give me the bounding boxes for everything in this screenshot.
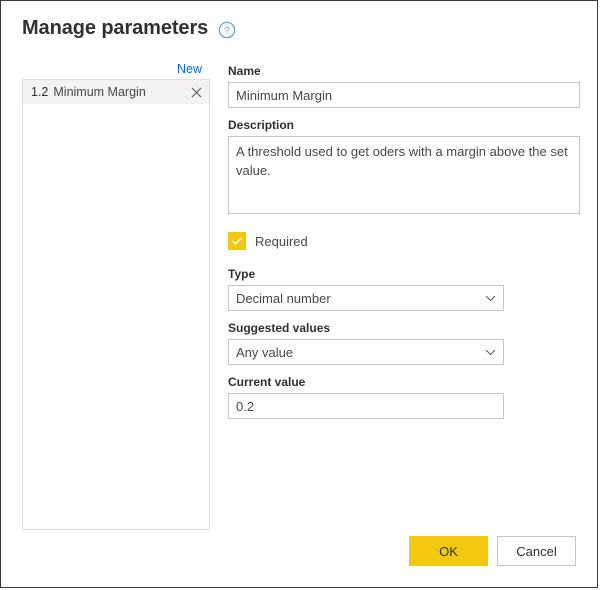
suggested-values-dropdown-value: Any value (236, 344, 294, 360)
ok-button[interactable]: OK (409, 536, 488, 566)
description-textarea[interactable]: A threshold used to get oders with a mar… (228, 136, 580, 214)
type-field-group: Type Decimal number (228, 266, 580, 311)
required-label: Required (255, 233, 308, 249)
page-title: Manage parameters (22, 17, 209, 39)
parameters-list-box[interactable]: 1.2 Minimum Margin (22, 79, 210, 530)
suggested-values-field-group: Suggested values Any value (228, 320, 580, 365)
current-value-field-group: Current value (228, 374, 580, 419)
close-icon[interactable] (189, 85, 203, 99)
suggested-values-dropdown[interactable]: Any value (228, 339, 504, 365)
cancel-button[interactable]: Cancel (497, 536, 576, 566)
list-item[interactable]: 1.2 Minimum Margin (23, 80, 209, 104)
current-value-input[interactable] (228, 393, 504, 419)
decimal-number-type-icon: 1.2 (31, 85, 49, 99)
dialog-footer: OK Cancel (409, 536, 576, 566)
name-input[interactable] (228, 82, 580, 108)
type-dropdown[interactable]: Decimal number (228, 285, 504, 311)
name-label: Name (228, 64, 261, 78)
suggested-values-label: Suggested values (228, 321, 331, 335)
svg-text:?: ? (225, 25, 230, 36)
description-label: Description (228, 118, 295, 132)
new-parameter-link[interactable]: New (177, 61, 202, 77)
name-field-group: Name (228, 63, 580, 108)
list-item-label: Minimum Margin (53, 85, 146, 99)
parameter-detail-form: Name Description A threshold used to get… (228, 63, 580, 428)
checkmark-icon (232, 237, 242, 245)
help-circle-icon[interactable]: ? (218, 21, 236, 39)
dialog-header: Manage parameters ? (22, 15, 236, 41)
chevron-down-icon (484, 346, 496, 358)
description-field-group: Description A threshold used to get oder… (228, 117, 580, 219)
manage-parameters-dialog: Manage parameters ? New 1.2 Minimum Marg… (0, 0, 598, 588)
required-checkbox[interactable] (228, 232, 246, 250)
type-dropdown-value: Decimal number (236, 290, 331, 306)
required-checkbox-row[interactable]: Required (228, 232, 580, 250)
chevron-down-icon (484, 292, 496, 304)
current-value-label: Current value (228, 375, 306, 389)
type-label: Type (228, 267, 256, 281)
